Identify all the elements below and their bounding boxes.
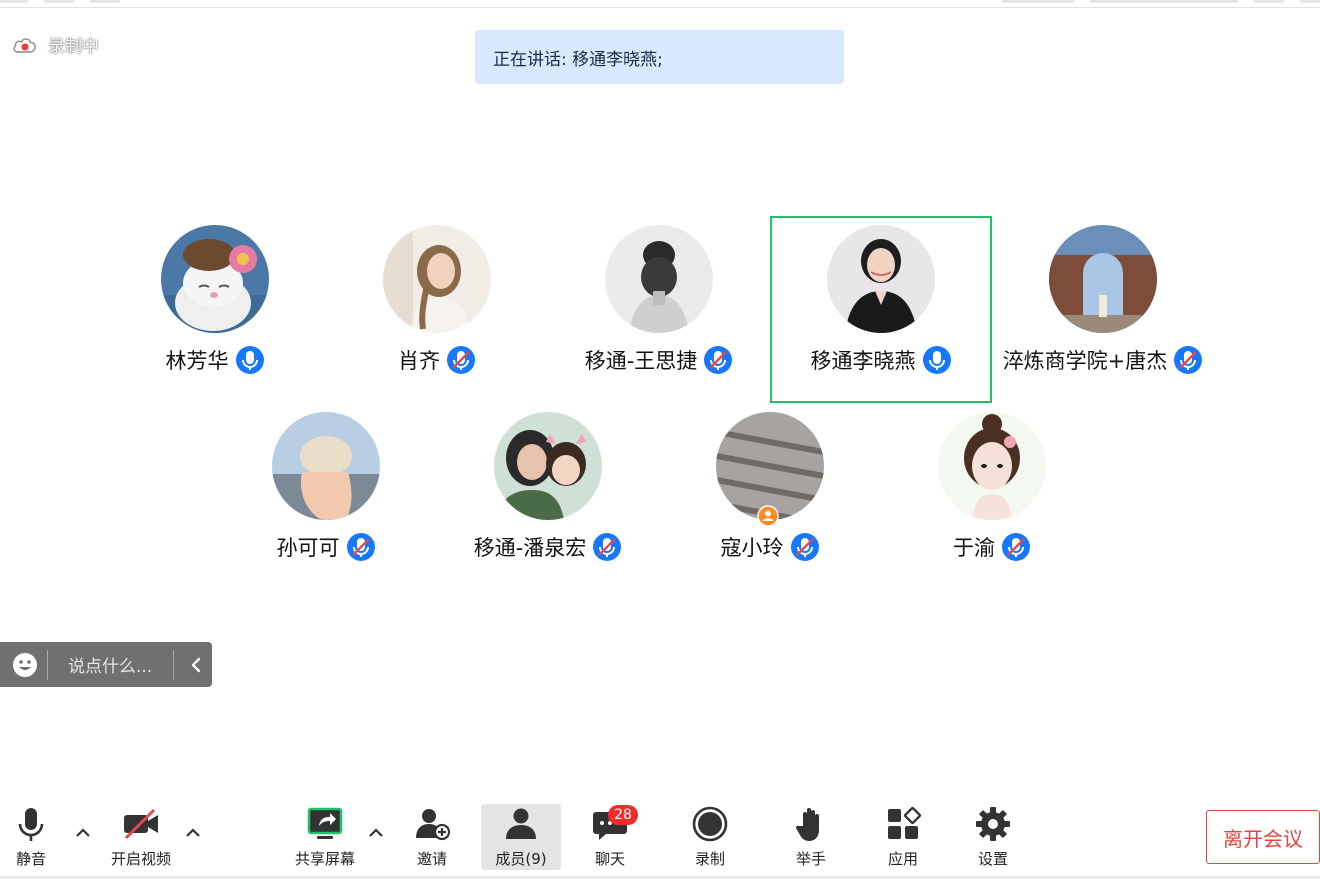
chat-quick-input[interactable]: 说点什么...	[0, 642, 212, 687]
participant-name: 寇小玲	[720, 536, 784, 560]
participant-name: 肖齐	[398, 349, 440, 373]
share-screen-label: 共享屏幕	[294, 850, 355, 868]
window-tab-stub	[1090, 0, 1238, 3]
user-icon	[506, 808, 536, 839]
members-button[interactable]: 成员(9)	[481, 804, 561, 870]
settings-button[interactable]: 设置	[953, 804, 1033, 870]
participant-name: 淬炼商学院+唐杰	[1002, 349, 1168, 373]
window-tab-stub	[0, 0, 28, 3]
chevron-up-icon[interactable]	[184, 826, 202, 840]
mic-muted-icon	[1002, 533, 1030, 561]
chevron-up-icon[interactable]	[74, 826, 92, 840]
top-divider	[0, 7, 1320, 8]
record-button[interactable]: 录制	[670, 804, 750, 870]
participant-tile[interactable]: 淬炼商学院+唐杰	[998, 225, 1208, 405]
cloud-record-icon	[13, 37, 36, 53]
record-icon	[692, 806, 728, 842]
mic-muted-icon	[790, 533, 819, 561]
participant-name: 孙可可	[276, 536, 340, 560]
window-tab-stub	[90, 0, 120, 3]
microphone-icon	[18, 808, 44, 841]
avatar	[938, 412, 1046, 520]
start-video-button[interactable]: 开启视频	[101, 804, 181, 870]
participant-tile[interactable]: 寇小玲	[665, 412, 875, 592]
window-tab-stub	[1254, 0, 1284, 3]
divider	[47, 649, 48, 680]
members-label: 成员(9)	[495, 850, 547, 868]
share-screen-icon	[307, 807, 343, 839]
mute-label: 静音	[15, 850, 46, 868]
participant-tile[interactable]: 移通-王思捷	[554, 225, 764, 405]
participant-tile[interactable]: 林芳华	[110, 225, 320, 405]
apps-button[interactable]: 应用	[863, 804, 943, 870]
participant-name: 移通李晓燕	[810, 349, 916, 373]
settings-label: 设置	[977, 850, 1008, 868]
speaking-text: 正在讲话: 移通李晓燕;	[493, 49, 663, 70]
avatar	[827, 225, 935, 333]
window-tab-stub	[1300, 0, 1320, 3]
participant-name: 移通-潘泉宏	[473, 536, 587, 560]
share-screen-button[interactable]: 共享屏幕	[285, 804, 365, 870]
avatar	[272, 412, 380, 520]
invite-label: 邀请	[416, 850, 447, 868]
mic-muted-icon	[346, 533, 375, 561]
chat-placeholder[interactable]: 说点什么...	[56, 652, 168, 677]
chevron-left-icon[interactable]	[186, 655, 206, 675]
raise-hand-label: 举手	[795, 850, 826, 868]
mic-on-icon	[235, 346, 264, 374]
participant-tile[interactable]: 孙可可	[221, 412, 431, 592]
avatar	[1049, 225, 1157, 333]
host-icon	[757, 505, 779, 527]
chat-label: 聊天	[594, 850, 625, 868]
participant-tile-active[interactable]: 移通李晓燕	[776, 225, 986, 405]
divider	[173, 649, 174, 680]
participant-tile[interactable]: 于渝	[887, 412, 1097, 592]
add-user-icon	[416, 809, 451, 841]
apps-label: 应用	[887, 850, 918, 868]
window-tab-stub	[1002, 0, 1074, 3]
apps-icon	[888, 806, 922, 839]
participant-name: 于渝	[953, 536, 995, 560]
avatar	[716, 412, 824, 520]
avatar	[605, 225, 713, 333]
mic-muted-icon	[1174, 346, 1203, 374]
gear-icon	[976, 807, 1010, 841]
record-label: 录制	[694, 850, 725, 868]
window-tab-stub	[44, 0, 74, 3]
mute-button[interactable]: 静音	[0, 804, 71, 870]
raise-hand-button[interactable]: 举手	[771, 804, 851, 870]
recording-indicator: 录制中	[12, 32, 99, 57]
emoji-icon[interactable]	[12, 652, 38, 678]
video-off-icon	[124, 808, 158, 840]
start-video-label: 开启视频	[110, 850, 171, 868]
invite-button[interactable]: 邀请	[392, 804, 472, 870]
chevron-up-icon[interactable]	[367, 826, 385, 840]
speaking-banner: 正在讲话: 移通李晓燕;	[475, 30, 844, 84]
avatar	[161, 225, 269, 333]
hand-icon	[795, 808, 819, 841]
recording-label: 录制中	[48, 37, 99, 57]
avatar	[383, 225, 491, 333]
mic-muted-icon	[447, 346, 475, 374]
avatar	[494, 412, 602, 520]
unread-badge: 28	[608, 805, 638, 825]
leave-meeting-button[interactable]: 离开会议	[1206, 810, 1320, 864]
participant-tile[interactable]: 肖齐	[332, 225, 542, 405]
participant-name: 移通-王思捷	[584, 349, 698, 373]
participant-tile[interactable]: 移通-潘泉宏	[443, 412, 653, 592]
participant-name: 林芳华	[165, 349, 229, 373]
